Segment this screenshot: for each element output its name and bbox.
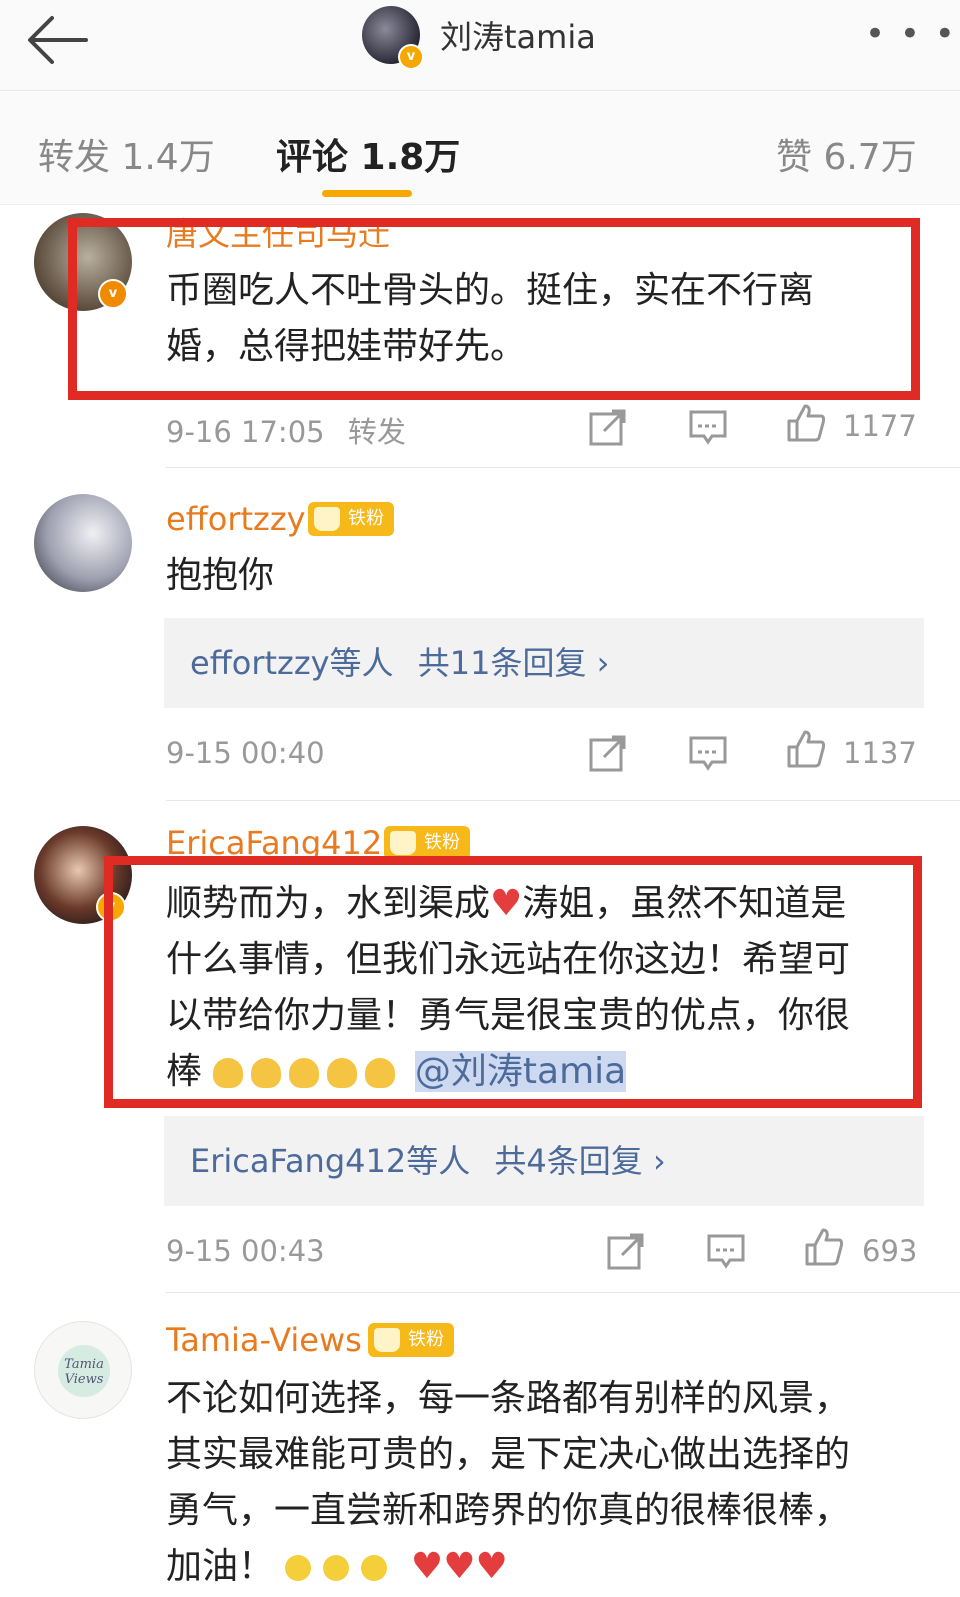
avatar[interactable]: Tamia Views	[34, 1321, 132, 1419]
reply-count[interactable]: 共4条回复 ›	[494, 1142, 665, 1180]
like-icon[interactable]	[786, 729, 826, 769]
comment-text-line: 其实最难能可贵的，是下定决心做出选择的	[166, 1434, 851, 1475]
fan-badge: 铁粉	[308, 502, 394, 536]
more-icon[interactable]: • • •	[865, 14, 957, 54]
divider	[166, 800, 960, 801]
crown-icon	[314, 507, 340, 531]
repost-link[interactable]: 转发	[348, 415, 406, 449]
divider	[166, 1292, 960, 1293]
reply-preview[interactable]: EricaFang412等人 共4条回复 ›	[164, 1116, 924, 1206]
share-icon[interactable]	[588, 733, 628, 773]
heart-emoji-icon: ♥♥♥	[410, 1546, 508, 1587]
comment-username[interactable]: effortzzy	[166, 500, 306, 538]
comment-text: 不论如何选择，每一条路都有别样的风景， 其实最难能可贵的，是下定决心做出选择的 …	[166, 1371, 916, 1595]
fan-badge: 铁粉	[384, 826, 470, 860]
fan-badge: 铁粉	[368, 1323, 454, 1357]
tab-bar: 转发 1.4万 评论 1.8万 赞 6.7万	[0, 92, 960, 205]
like-count: 1137	[843, 736, 917, 770]
reply-preview[interactable]: effortzzy等人 共11条回复 ›	[164, 618, 924, 708]
comment-icon[interactable]	[706, 1231, 746, 1271]
comment-text-line: 不论如何选择，每一条路都有别样的风景，	[166, 1378, 851, 1419]
reply-users[interactable]: EricaFang412等人	[190, 1142, 470, 1180]
reply-users[interactable]: effortzzy等人	[190, 644, 394, 682]
comment-meta: 9-16 17:05 转发	[166, 409, 406, 451]
smile-emoji-icon	[285, 1555, 312, 1581]
tab-comment[interactable]: 评论 1.8万	[276, 128, 460, 180]
comment-username[interactable]: Tamia-Views	[166, 1321, 362, 1359]
comment-item: Tamia Views Tamia-Views 铁粉 不论如何选择，每一条路都有…	[0, 1315, 960, 1597]
divider	[166, 467, 960, 468]
share-icon[interactable]	[606, 1231, 646, 1271]
verified-icon: v	[398, 44, 424, 70]
crown-icon	[390, 831, 416, 855]
comment-text: 抱抱你	[166, 555, 275, 596]
smile-emoji-icon	[323, 1555, 350, 1581]
avatar[interactable]: v	[362, 6, 424, 70]
logo-icon: Tamia Views	[58, 1345, 110, 1397]
like-count: 1177	[843, 409, 917, 443]
tab-repost[interactable]: 转发 1.4万	[38, 128, 215, 180]
active-tab-indicator	[322, 190, 412, 197]
share-icon[interactable]	[588, 407, 628, 447]
comment-text-line: 勇气，一直尝新和跨界的你真的很棒很棒，	[166, 1490, 851, 1531]
highlight-box	[104, 856, 922, 1108]
comment-item: effortzzy 铁粉 抱抱你 effortzzy等人 共11条回复 › 9-…	[0, 490, 960, 790]
page-title: 刘涛tamia	[440, 18, 596, 56]
svg-text:Views: Views	[65, 1372, 104, 1387]
crown-icon	[374, 1328, 400, 1352]
top-bar: v 刘涛tamia • • •	[0, 0, 960, 91]
comment-time: 9-15 00:43	[166, 1234, 325, 1268]
svg-text:Tamia: Tamia	[64, 1357, 104, 1372]
like-icon[interactable]	[786, 403, 826, 443]
avatar[interactable]	[34, 494, 132, 592]
comment-time: 9-15 00:40	[166, 736, 325, 770]
back-arrow-icon[interactable]	[22, 10, 102, 70]
like-icon[interactable]	[804, 1227, 844, 1267]
comment-icon[interactable]	[688, 733, 728, 773]
highlight-box	[68, 218, 920, 400]
smile-emoji-icon	[361, 1555, 388, 1581]
like-count: 693	[862, 1234, 918, 1268]
comment-text-line: 加油！ ♥♥♥	[166, 1546, 508, 1587]
comment-time: 9-16 17:05	[166, 415, 325, 449]
reply-count[interactable]: 共11条回复 ›	[418, 644, 610, 682]
tab-like[interactable]: 赞 6.7万	[776, 128, 917, 180]
comment-icon[interactable]	[688, 407, 728, 447]
